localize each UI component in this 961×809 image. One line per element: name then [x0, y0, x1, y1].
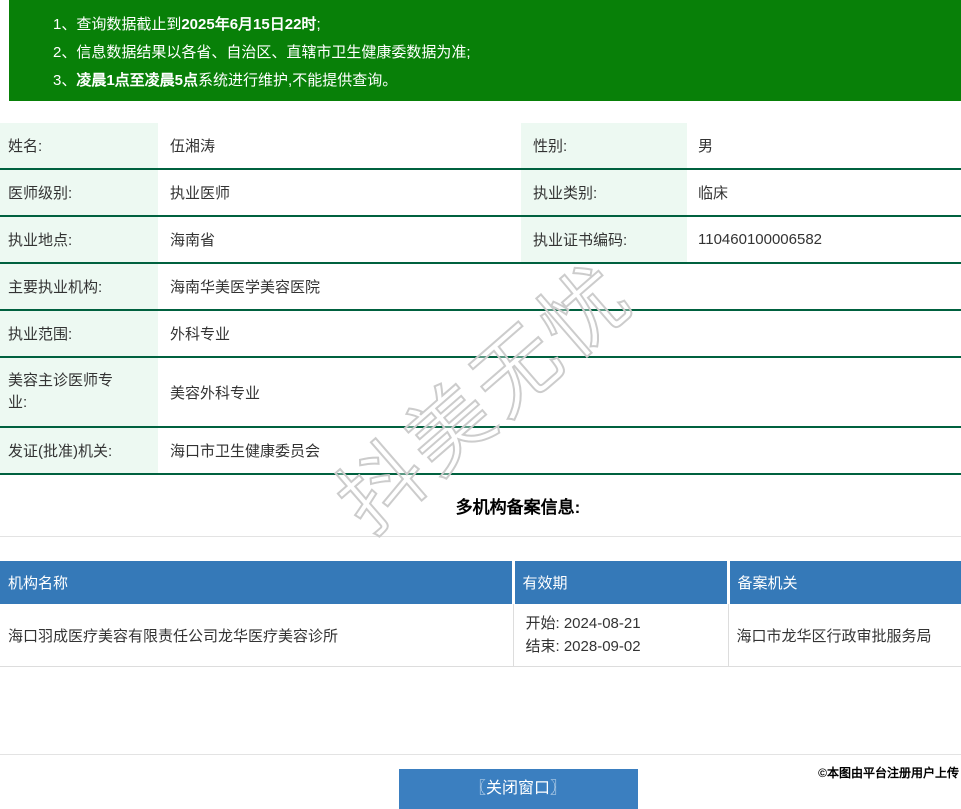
table-row: 执业范围: 外科专业 [0, 310, 961, 358]
field-label-main-institution: 主要执业机构: [0, 263, 158, 311]
field-label-name: 姓名: [0, 123, 158, 170]
validity-end-date: 2028-09-02 [563, 638, 641, 655]
bottom-divider [0, 754, 961, 755]
table-row: 海口羽成医疗美容有限责任公司龙华医疗美容诊所 开始: 2024-08-21 结束… [0, 604, 961, 667]
notice-line-3: 3、凌晨1点至凌晨5点系统进行维护,不能提供查询。 [53, 67, 961, 95]
table-row: 姓名: 伍湘涛 性别: 男 [0, 123, 961, 170]
field-value-practice-scope: 外科专业 [158, 310, 961, 358]
field-value-certificate-number: 110460100006582 [687, 216, 961, 264]
notice-text: 2、信息数据结果以各省、自治区、直辖市卫生健康委数据为准; [53, 44, 471, 61]
field-value-issuing-authority: 海口市卫生健康委员会 [158, 427, 961, 475]
table-row: 美容主诊医师专业: 美容外科专业 [0, 357, 961, 428]
validity-end: 结束: 2028-09-02 [526, 635, 720, 658]
notice-bold-text: 2025年6月15日22时 [181, 16, 317, 33]
field-label-cosmetic-specialty: 美容主诊医师专业: [0, 357, 158, 428]
field-label-issuing-authority: 发证(批准)机关: [0, 427, 158, 475]
upload-credit-watermark: ©本图由平台注册用户上传 [818, 766, 959, 780]
close-window-button[interactable]: 〖关闭窗口〗 [398, 769, 638, 809]
validity-end-label: 结束: [525, 638, 560, 655]
field-label-practice-location: 执业地点: [0, 216, 158, 264]
notice-line-2: 2、信息数据结果以各省、自治区、直辖市卫生健康委数据为准; [53, 39, 961, 67]
column-header-validity: 有效期 [511, 561, 728, 604]
field-value-doctor-level: 执业医师 [158, 169, 521, 217]
field-value-practice-location: 海南省 [158, 216, 521, 264]
page: 1、查询数据截止到2025年6月15日22时; 2、信息数据结果以各省、自治区、… [0, 0, 961, 809]
field-value-gender: 男 [687, 123, 961, 170]
multi-org-section: 机构名称 有效期 备案机关 海口羽成医疗美容有限责任公司龙华医疗美容诊所 开始:… [0, 536, 961, 667]
field-value-name: 伍湘涛 [158, 123, 521, 170]
multi-org-heading: 多机构备案信息: [455, 498, 581, 517]
notice-text: ; [316, 16, 321, 33]
field-value-main-institution: 海南华美医学美容医院 [158, 263, 961, 311]
column-header-filing-authority: 备案机关 [726, 561, 961, 604]
field-label-practice-category: 执业类别: [521, 169, 687, 217]
cell-validity: 开始: 2024-08-21 结束: 2028-09-02 [512, 604, 728, 667]
cell-filing-authority: 海口市龙华区行政审批服务局 [727, 604, 961, 667]
table-header-row: 机构名称 有效期 备案机关 [0, 561, 961, 604]
field-value-practice-category: 临床 [687, 169, 961, 217]
notice-bold-text: 凌晨1点至凌晨5点 [76, 72, 199, 89]
field-label-text: 美容主诊医师专业: [8, 372, 114, 411]
notice-banner: 1、查询数据截止到2025年6月15日22时; 2、信息数据结果以各省、自治区、… [9, 0, 961, 101]
cell-org-name: 海口羽成医疗美容有限责任公司龙华医疗美容诊所 [0, 604, 513, 667]
table-row: 医师级别: 执业医师 执业类别: 临床 [0, 169, 961, 217]
table-row: 主要执业机构: 海南华美医学美容医院 [0, 263, 961, 311]
field-label-doctor-level: 医师级别: [0, 169, 158, 217]
multi-org-table: 机构名称 有效期 备案机关 海口羽成医疗美容有限责任公司龙华医疗美容诊所 开始:… [0, 561, 961, 667]
table-row: 执业地点: 海南省 执业证书编码: 110460100006582 [0, 216, 961, 264]
validity-start: 开始: 2024-08-21 [526, 612, 720, 635]
notice-text: 3、 [53, 72, 77, 89]
field-label-gender: 性别: [521, 123, 687, 170]
doctor-info-table: 姓名: 伍湘涛 性别: 男 医师级别: 执业医师 执业类别: 临床 执业地点: … [0, 123, 961, 475]
validity-start-date: 2024-08-21 [563, 615, 641, 632]
table-row: 发证(批准)机关: 海口市卫生健康委员会 [0, 427, 961, 475]
notice-text: 系统进行维护,不能提供查询。 [198, 72, 398, 89]
notice-line-1: 1、查询数据截止到2025年6月15日22时; [53, 11, 961, 39]
field-label-certificate-number: 执业证书编码: [521, 216, 687, 264]
validity-start-label: 开始: [525, 615, 560, 632]
field-label-practice-scope: 执业范围: [0, 310, 158, 358]
notice-text: 1、查询数据截止到 [53, 16, 182, 33]
column-header-org-name: 机构名称 [0, 561, 513, 604]
field-value-cosmetic-specialty: 美容外科专业 [158, 357, 961, 428]
